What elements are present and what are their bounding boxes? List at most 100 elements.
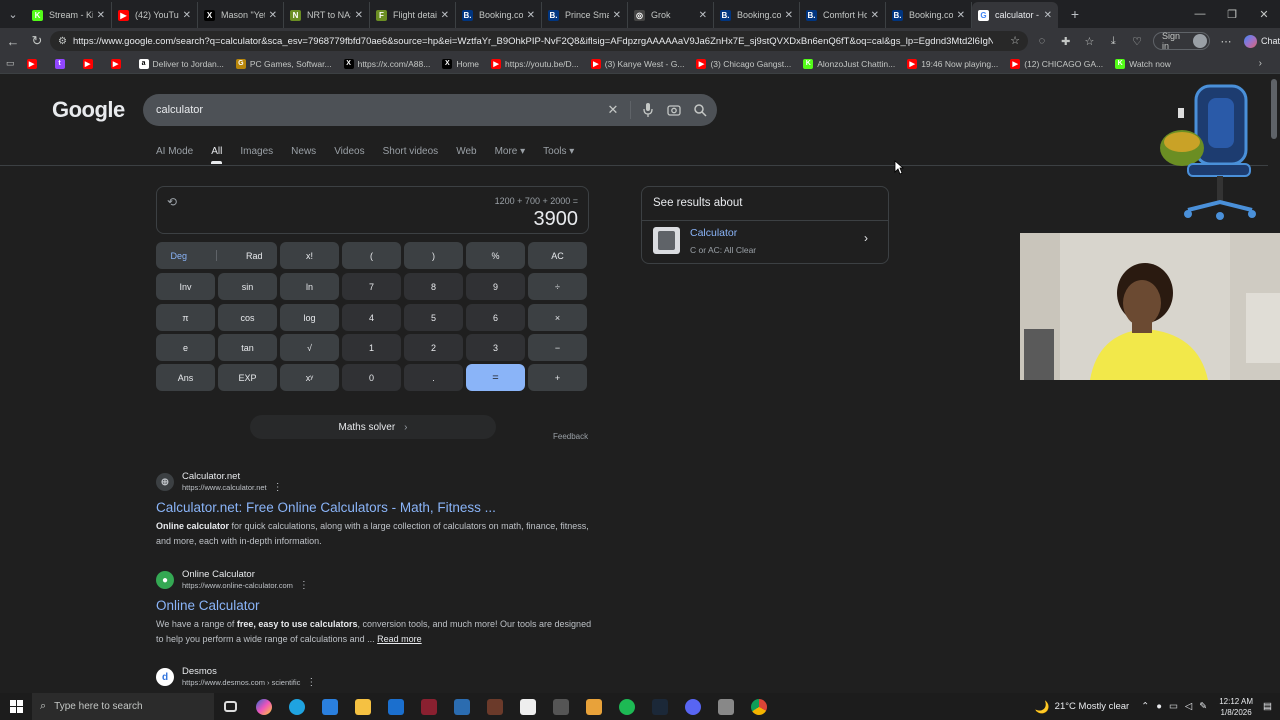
calculator-key[interactable]: 9 (466, 273, 525, 300)
google-logo[interactable]: Google (52, 97, 125, 123)
search-tab[interactable]: All (211, 146, 223, 164)
performance-icon[interactable]: ♡ (1125, 31, 1149, 51)
spotify-icon[interactable] (610, 693, 643, 720)
browser-tab[interactable]: ▶ (42) YouTube ✕ (112, 2, 198, 28)
chat-button[interactable]: Chat (1243, 34, 1280, 48)
calculator-key[interactable]: √ (280, 334, 339, 361)
app-icon[interactable] (577, 693, 610, 720)
app-icon[interactable] (445, 693, 478, 720)
calculator-thumbnail[interactable] (653, 227, 680, 254)
scrollbar-thumb[interactable] (1271, 79, 1277, 139)
calculator-key[interactable]: tan (218, 334, 277, 361)
search-tab[interactable]: More ▾ (495, 146, 526, 164)
angle-rad-option[interactable]: Rad (246, 251, 263, 261)
search-tab[interactable]: News (291, 146, 316, 164)
more-options-icon[interactable]: ⋮ (299, 580, 309, 591)
bookmarks-menu-icon[interactable]: ▭ (6, 58, 15, 69)
bookmark-item[interactable]: t (54, 58, 69, 69)
calculator-key[interactable]: AC (528, 242, 587, 269)
calculator-key[interactable]: ln (280, 273, 339, 300)
address-bar[interactable]: ⚙ https://www.google.com/search?q=calcul… (50, 31, 1028, 51)
search-tab[interactable]: Tools ▾ (543, 146, 574, 164)
menu-icon[interactable]: ⋯ (1214, 31, 1238, 51)
tray-expand-icon[interactable]: ⌃ (1141, 701, 1149, 712)
pen-icon[interactable]: ✎ (1199, 701, 1207, 712)
calculator-key[interactable]: ( (342, 242, 401, 269)
calculator-key[interactable]: 6 (466, 304, 525, 331)
close-tab-icon[interactable]: ✕ (441, 10, 449, 21)
history-icon[interactable]: ⟲ (167, 195, 177, 209)
discord-icon[interactable] (676, 693, 709, 720)
close-tab-icon[interactable]: ✕ (527, 10, 535, 21)
app-icon[interactable] (478, 693, 511, 720)
browser-tab[interactable]: ◎ Grok ✕ (628, 2, 714, 28)
extensions-puzzle-icon[interactable]: ✚ (1054, 31, 1078, 51)
new-tab-button[interactable]: + (1064, 6, 1086, 22)
calculator-key[interactable]: 8 (404, 273, 463, 300)
calculator-key[interactable]: e (156, 334, 215, 361)
calculator-key[interactable]: − (528, 334, 587, 361)
search-tab[interactable]: AI Mode (156, 146, 193, 164)
windows-start-icon[interactable] (0, 693, 32, 720)
app-icon[interactable] (709, 693, 742, 720)
calculator-key[interactable]: 0 (342, 364, 401, 391)
search-tab[interactable]: Web (456, 146, 476, 164)
app-icon[interactable] (544, 693, 577, 720)
calculator-key[interactable]: 1 (342, 334, 401, 361)
bookmark-item[interactable]: ▶ (110, 58, 125, 69)
close-tab-icon[interactable]: ✕ (785, 10, 793, 21)
angle-mode-toggle[interactable]: Deg Rad (156, 242, 277, 269)
lens-camera-icon[interactable] (661, 97, 687, 123)
weather-text[interactable]: 21°C Mostly clear (1055, 701, 1130, 712)
maximize-icon[interactable]: ❐ (1216, 0, 1248, 28)
close-tab-icon[interactable]: ✕ (699, 10, 707, 21)
favorites-icon[interactable]: ☆ (1078, 31, 1102, 51)
download-icon[interactable]: ⤓ (1101, 31, 1125, 51)
clear-search-icon[interactable]: ✕ (600, 97, 626, 123)
calculator-key[interactable]: % (466, 242, 525, 269)
clock[interactable]: 12:12 AM 1/8/2026 (1219, 696, 1253, 718)
calculator-key[interactable]: sin (218, 273, 277, 300)
bookmarks-overflow-icon[interactable]: › (1259, 58, 1262, 69)
calculator-key[interactable]: Ans (156, 364, 215, 391)
close-tab-icon[interactable]: ✕ (269, 10, 277, 21)
maths-solver-button[interactable]: Maths solver › (250, 415, 496, 439)
edge-icon[interactable] (280, 693, 313, 720)
calculator-key[interactable]: × (528, 304, 587, 331)
mail-icon[interactable] (379, 693, 412, 720)
calculator-key[interactable]: = (466, 364, 525, 391)
calculator-key[interactable]: EXP (218, 364, 277, 391)
search-icon[interactable] (687, 97, 713, 123)
browser-tab[interactable]: N NRT to NAS fli ✕ (284, 2, 370, 28)
calculator-key[interactable]: 7 (342, 273, 401, 300)
reload-icon[interactable]: ↻ (25, 29, 49, 53)
bookmark-item[interactable]: ▶ (3) Kanye West - G... (590, 58, 684, 69)
calculator-key[interactable]: log (280, 304, 339, 331)
calculator-key[interactable]: Inv (156, 273, 215, 300)
browser-tab[interactable]: F Flight details | ✕ (370, 2, 456, 28)
calculator-key[interactable]: π (156, 304, 215, 331)
close-tab-icon[interactable]: ✕ (957, 10, 965, 21)
calculator-key[interactable]: + (528, 364, 587, 391)
close-tab-icon[interactable]: ✕ (355, 10, 363, 21)
steam-icon[interactable] (643, 693, 676, 720)
feedback-link[interactable]: Feedback (553, 432, 588, 441)
chevron-right-icon[interactable]: › (864, 231, 868, 245)
browser-tab[interactable]: B. Booking.com: I ✕ (886, 2, 972, 28)
panel-entity-title[interactable]: Calculator (690, 227, 737, 239)
calculator-key[interactable]: ) (404, 242, 463, 269)
back-icon[interactable]: ← (1, 29, 25, 53)
browser-tab[interactable]: X Mason "Yeti" B ✕ (198, 2, 284, 28)
search-input[interactable]: calculator (156, 104, 600, 116)
copilot-icon[interactable] (247, 693, 280, 720)
close-tab-icon[interactable]: ✕ (613, 10, 621, 21)
close-window-icon[interactable]: ✕ (1248, 0, 1280, 28)
bookmark-item[interactable]: K AlonzoJust Chattin... (803, 58, 895, 69)
calculator-key[interactable]: 2 (404, 334, 463, 361)
file-explorer-icon[interactable] (346, 693, 379, 720)
task-view-icon[interactable] (214, 693, 247, 720)
app-icon[interactable] (511, 693, 544, 720)
browser-tab[interactable]: B. Comfort Hotel ✕ (800, 2, 886, 28)
calculator-key[interactable]: ÷ (528, 273, 587, 300)
angle-deg-option[interactable]: Deg (170, 251, 187, 261)
